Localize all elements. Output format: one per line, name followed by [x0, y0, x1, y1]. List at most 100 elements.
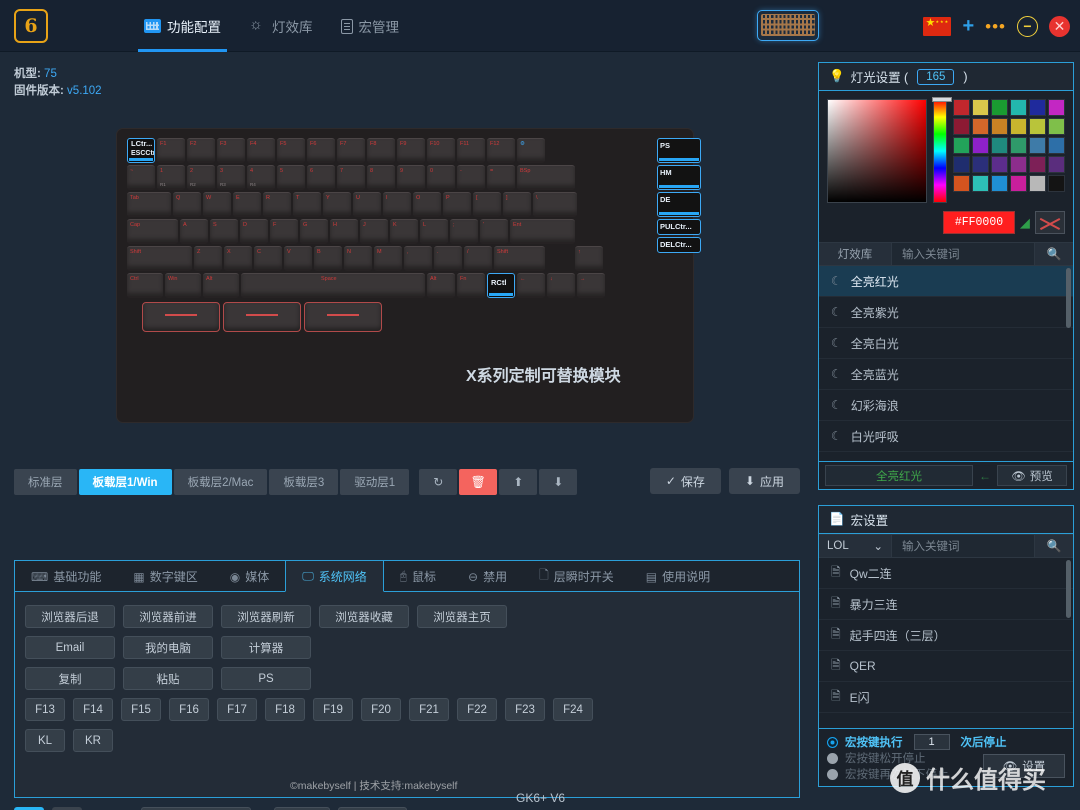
- key[interactable]: ,: [404, 246, 432, 271]
- color-swatch-6[interactable]: [953, 118, 970, 135]
- key[interactable]: ~: [127, 165, 155, 190]
- btn-f15[interactable]: F15: [121, 698, 161, 721]
- sidekey-del[interactable]: DELCtr...: [657, 237, 701, 253]
- key[interactable]: F7: [337, 138, 365, 163]
- key[interactable]: G: [300, 219, 328, 244]
- macro-option-repeat[interactable]: 宏按键执行 1 次后停止: [827, 734, 1065, 750]
- key[interactable]: 8: [367, 165, 395, 190]
- color-swatch-14[interactable]: [991, 137, 1008, 154]
- key-backslash[interactable]: \: [533, 192, 577, 217]
- key[interactable]: D: [240, 219, 268, 244]
- btn-calculator[interactable]: 计算器: [221, 636, 311, 659]
- btn-f14[interactable]: F14: [73, 698, 113, 721]
- key[interactable]: L: [420, 219, 448, 244]
- key[interactable]: F4: [247, 138, 275, 163]
- color-swatch-15[interactable]: [1010, 137, 1027, 154]
- tab-disable[interactable]: ⊖ 禁用: [452, 561, 523, 592]
- key[interactable]: F: [270, 219, 298, 244]
- key-fn[interactable]: Fn: [457, 273, 485, 298]
- key[interactable]: N: [344, 246, 372, 271]
- color-swatch-7[interactable]: [972, 118, 989, 135]
- light-effects-list[interactable]: ☾ 全亮红光 ☾ 全亮紫光 ☾ 全亮白光 ☾ 全亮蓝光 ☾ 幻彩海浪 ☾ 白光呼…: [819, 266, 1073, 460]
- color-swatch-8[interactable]: [991, 118, 1008, 135]
- color-swatch-26[interactable]: [991, 175, 1008, 192]
- key[interactable]: 5: [277, 165, 305, 190]
- key[interactable]: F9: [397, 138, 425, 163]
- nav-tab-macro-manage[interactable]: 宏管理: [327, 0, 414, 52]
- key[interactable]: Q: [173, 192, 201, 217]
- close-button[interactable]: ✕: [1049, 15, 1070, 37]
- key[interactable]: [: [473, 192, 501, 217]
- add-device-button[interactable]: +: [962, 16, 974, 36]
- hex-value-input[interactable]: #FF0000: [943, 211, 1015, 234]
- key[interactable]: F10: [427, 138, 455, 163]
- key[interactable]: M: [374, 246, 402, 271]
- btn-browser-favorites[interactable]: 浏览器收藏: [319, 605, 409, 628]
- btn-email[interactable]: Email: [25, 636, 115, 659]
- key[interactable]: Y: [323, 192, 351, 217]
- nav-tab-light-library[interactable]: 灯效库: [235, 0, 327, 52]
- repeat-count-input[interactable]: 1: [913, 734, 950, 750]
- key[interactable]: 2 R2: [187, 165, 215, 190]
- btn-browser-back[interactable]: 浏览器后退: [25, 605, 115, 628]
- key[interactable]: J: [360, 219, 388, 244]
- btn-f17[interactable]: F17: [217, 698, 257, 721]
- key-down[interactable]: ↓: [547, 273, 575, 298]
- key-up[interactable]: ↑: [575, 246, 603, 271]
- key[interactable]: Z: [194, 246, 222, 271]
- key[interactable]: X: [224, 246, 252, 271]
- key[interactable]: R: [263, 192, 291, 217]
- color-swatch-2[interactable]: [991, 99, 1008, 116]
- module-slot[interactable]: [142, 302, 220, 332]
- btn-kl[interactable]: KL: [25, 729, 65, 752]
- key[interactable]: P: [443, 192, 471, 217]
- color-swatch-20[interactable]: [991, 156, 1008, 173]
- save-button[interactable]: ✓ 保存: [649, 468, 721, 494]
- saturation-value-area[interactable]: [827, 99, 927, 203]
- light-library-button[interactable]: 灯效库: [819, 243, 891, 265]
- key[interactable]: A: [180, 219, 208, 244]
- key-tab[interactable]: Tab: [127, 192, 171, 217]
- color-swatch-13[interactable]: [972, 137, 989, 154]
- key[interactable]: ': [480, 219, 508, 244]
- list-item[interactable]: 🗎 QER: [819, 651, 1073, 682]
- list-item[interactable]: 🗎 暴力三连: [819, 589, 1073, 620]
- key[interactable]: ;: [450, 219, 478, 244]
- btn-f24[interactable]: F24: [553, 698, 593, 721]
- apply-button[interactable]: ⬇ 应用: [728, 468, 800, 494]
- sidekey-ps[interactable]: PS: [657, 138, 701, 163]
- key[interactable]: 7: [337, 165, 365, 190]
- list-item[interactable]: ☾ 白光呼吸: [819, 421, 1073, 452]
- key[interactable]: K: [390, 219, 418, 244]
- minimize-button[interactable]: −: [1017, 15, 1038, 37]
- btn-browser-home[interactable]: 浏览器主页: [417, 605, 507, 628]
- import-button[interactable]: ⬆: [499, 469, 538, 495]
- module-slot[interactable]: [304, 302, 382, 332]
- key[interactable]: E: [233, 192, 261, 217]
- macro-list-scrollbar[interactable]: [1066, 560, 1071, 618]
- key[interactable]: C: [254, 246, 282, 271]
- layer-tab-onboard3[interactable]: 板载层3: [269, 469, 339, 495]
- btn-browser-refresh[interactable]: 浏览器刷新: [221, 605, 311, 628]
- key-esc-selected[interactable]: LCtr... ESCCtr...: [127, 138, 155, 163]
- key[interactable]: /: [464, 246, 492, 271]
- color-swatch-29[interactable]: [1048, 175, 1065, 192]
- color-swatch-24[interactable]: [953, 175, 970, 192]
- light-search-input[interactable]: 输入关键词: [891, 243, 1035, 265]
- color-swatch-10[interactable]: [1029, 118, 1046, 135]
- color-swatch-18[interactable]: [953, 156, 970, 173]
- china-flag-icon[interactable]: [923, 16, 952, 36]
- key-left[interactable]: ←: [517, 273, 545, 298]
- eyedropper-icon[interactable]: ◢: [1020, 215, 1030, 231]
- key[interactable]: .: [434, 246, 462, 271]
- color-swatch-16[interactable]: [1029, 137, 1046, 154]
- color-swatch-23[interactable]: [1048, 156, 1065, 173]
- color-swatch-3[interactable]: [1010, 99, 1027, 116]
- macro-list[interactable]: 🗎 Qw二连 🗎 暴力三连 🗎 起手四连（三层） 🗎 QER 🗎 E闪: [819, 558, 1073, 720]
- key[interactable]: F12: [487, 138, 515, 163]
- key[interactable]: O: [413, 192, 441, 217]
- btn-f23[interactable]: F23: [505, 698, 545, 721]
- search-icon[interactable]: 🔍: [1035, 243, 1073, 265]
- tab-basic-functions[interactable]: ⌨ 基础功能: [15, 561, 117, 592]
- sidekey-pu[interactable]: PULCtr...: [657, 219, 701, 235]
